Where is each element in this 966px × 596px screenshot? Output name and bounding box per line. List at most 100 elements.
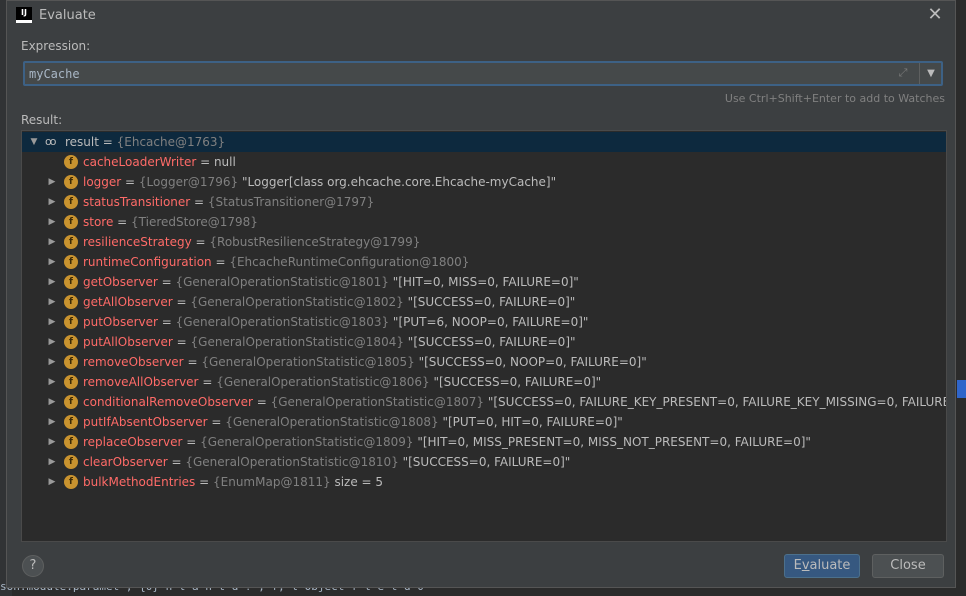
tree-row[interactable]: ▶ f replaceObserver = {GeneralOperationSta… — [22, 432, 946, 452]
expand-icon[interactable]: ⤢ — [895, 65, 911, 81]
field-icon: f — [64, 375, 78, 389]
field-value: "[SUCCESS=0, FAILURE=0]" — [407, 335, 576, 349]
expand-arrow-icon[interactable]: ▶ — [46, 392, 58, 412]
ide-scroll-strip — [955, 0, 966, 596]
dropdown-separator — [919, 63, 920, 84]
tree-row[interactable]: ▶ f store = {TieredStore@1798} — [22, 212, 946, 232]
result-root-row[interactable]: ▼ oo result = {Ehcache@1763} — [22, 132, 946, 152]
equals-sign: = — [211, 255, 230, 269]
tree-row[interactable]: ▶ f conditionalRemoveObserver = {GeneralOp… — [22, 392, 946, 412]
result-tree[interactable]: ▼ oo result = {Ehcache@1763} f cacheLoade… — [21, 130, 947, 542]
close-button[interactable]: Close — [872, 554, 944, 578]
expand-arrow-icon[interactable]: ▶ — [46, 232, 58, 252]
field-icon: f — [64, 215, 78, 229]
field-name: logger — [83, 175, 122, 189]
field-value: "[SUCCESS=0, FAILURE=0]" — [433, 375, 602, 389]
field-type: {GeneralOperationStatistic@1801} — [175, 275, 389, 289]
expand-arrow-icon[interactable]: ▶ — [46, 252, 58, 272]
field-name: conditionalRemoveObserver — [83, 395, 253, 409]
field-value: "[PUT=0, HIT=0, FAILURE=0]" — [442, 415, 623, 429]
equals-sign: = — [172, 335, 191, 349]
watch-icon: oo — [45, 135, 56, 148]
evaluate-label-mnemonic: v — [801, 558, 810, 573]
field-type: {StatusTransitioner@1797} — [207, 195, 375, 209]
expand-arrow-icon[interactable]: ▶ — [46, 372, 58, 392]
help-button[interactable]: ? — [22, 555, 44, 577]
expand-arrow-icon[interactable]: ▶ — [46, 472, 58, 492]
field-value: "[HIT=0, MISS=0, FAILURE=0]" — [392, 275, 579, 289]
field-icon: f — [64, 175, 78, 189]
field-name: putIfAbsentObserver — [83, 415, 208, 429]
field-name: clearObserver — [83, 455, 168, 469]
equals-sign: = — [121, 175, 139, 189]
expand-arrow-icon[interactable]: ▶ — [46, 172, 58, 192]
field-name: resilienceStrategy — [83, 235, 192, 249]
field-name: putAllObserver — [83, 335, 173, 349]
tree-row[interactable]: ▶ f putIfAbsentObserver = {GeneralOperatio… — [22, 412, 946, 432]
tree-row[interactable]: ▶ f putObserver = {GeneralOperationStatist… — [22, 312, 946, 332]
tree-row[interactable]: ▶ f bulkMethodEntries = {EnumMap@1811} siz… — [22, 472, 946, 492]
expand-arrow-icon[interactable]: ▶ — [46, 312, 58, 332]
expand-arrow-icon[interactable]: ▶ — [46, 272, 58, 292]
field-icon: f — [64, 415, 78, 429]
watches-hint: Use Ctrl+Shift+Enter to add to Watches — [724, 92, 945, 105]
equals-sign: = — [157, 315, 176, 329]
equals-sign: = — [191, 235, 210, 249]
result-root-name: result — [65, 135, 99, 149]
tree-row[interactable]: ▶ f statusTransitioner = {StatusTransition… — [22, 192, 946, 212]
field-name: statusTransitioner — [83, 195, 191, 209]
equals-sign: = — [207, 415, 226, 429]
field-value: "[SUCCESS=0, NOOP=0, FAILURE=0]" — [418, 355, 647, 369]
field-type: {TieredStore@1798} — [131, 215, 258, 229]
field-name: removeAllObserver — [83, 375, 199, 389]
tree-row[interactable]: ▶ f removeAllObserver = {GeneralOperationS… — [22, 372, 946, 392]
equals-sign: = — [167, 455, 186, 469]
field-type: {GeneralOperationStatistic@1809} — [200, 435, 414, 449]
expand-arrow-icon[interactable]: ▶ — [46, 192, 58, 212]
collapse-arrow-icon[interactable]: ▼ — [28, 132, 40, 152]
tree-row[interactable]: ▶ f clearObserver = {GeneralOperationStati… — [22, 452, 946, 472]
field-value: "[SUCCESS=0, FAILURE_KEY_PRESENT=0, FAIL… — [487, 395, 947, 409]
expand-arrow-icon[interactable]: ▶ — [46, 292, 58, 312]
tree-row[interactable]: ▶ f runtimeConfiguration = {EhcacheRuntime… — [22, 252, 946, 272]
tree-row[interactable]: f cacheLoaderWriter = null — [22, 152, 946, 172]
field-icon: f — [64, 455, 78, 469]
tree-row[interactable]: ▶ f logger = {Logger@1796} "Logger[class o… — [22, 172, 946, 192]
field-value: null — [213, 155, 236, 169]
field-icon: f — [64, 195, 78, 209]
tree-row[interactable]: ▶ f removeObserver = {GeneralOperationStat… — [22, 352, 946, 372]
expand-arrow-icon[interactable]: ▶ — [46, 212, 58, 232]
expand-arrow-icon[interactable]: ▶ — [46, 412, 58, 432]
field-type: {GeneralOperationStatistic@1802} — [190, 295, 404, 309]
field-type: {GeneralOperationStatistic@1810} — [185, 455, 399, 469]
field-name: getAllObserver — [83, 295, 173, 309]
field-icon: f — [64, 275, 78, 289]
field-icon: f — [64, 255, 78, 269]
evaluate-label-rest: aluate — [809, 558, 851, 573]
field-type: {EhcacheRuntimeConfiguration@1800} — [229, 255, 470, 269]
expand-arrow-icon[interactable]: ▶ — [46, 352, 58, 372]
chevron-down-icon[interactable]: ▼ — [921, 63, 941, 84]
close-icon[interactable]: ✕ — [925, 5, 945, 25]
evaluate-button[interactable]: Evaluate — [784, 554, 860, 578]
expression-combobox[interactable]: ⤢ ▼ — [23, 61, 943, 86]
tree-row[interactable]: ▶ f putAllObserver = {GeneralOperationStat… — [22, 332, 946, 352]
equals-sign: = — [183, 355, 202, 369]
expand-arrow-icon[interactable]: ▶ — [46, 432, 58, 452]
field-name: removeObserver — [83, 355, 184, 369]
field-name: replaceObserver — [83, 435, 183, 449]
field-value: "Logger[class org.ehcache.core.Ehcache-m… — [241, 175, 557, 189]
tree-row[interactable]: ▶ f resilienceStrategy = {RobustResilience… — [22, 232, 946, 252]
field-type: {Logger@1796} — [138, 175, 239, 189]
tree-row[interactable]: ▶ f getAllObserver = {GeneralOperationStat… — [22, 292, 946, 312]
expression-input[interactable] — [29, 65, 889, 83]
dialog-titlebar: IJ Evaluate ✕ — [7, 1, 955, 31]
field-icon: f — [64, 295, 78, 309]
field-icon: f — [64, 335, 78, 349]
expand-arrow-icon[interactable]: ▶ — [46, 452, 58, 472]
field-icon: f — [64, 155, 78, 169]
tree-row[interactable]: ▶ f getObserver = {GeneralOperationStatist… — [22, 272, 946, 292]
field-value: "[SUCCESS=0, FAILURE=0]" — [402, 455, 571, 469]
field-value: "[PUT=6, NOOP=0, FAILURE=0]" — [392, 315, 589, 329]
expand-arrow-icon[interactable]: ▶ — [46, 332, 58, 352]
